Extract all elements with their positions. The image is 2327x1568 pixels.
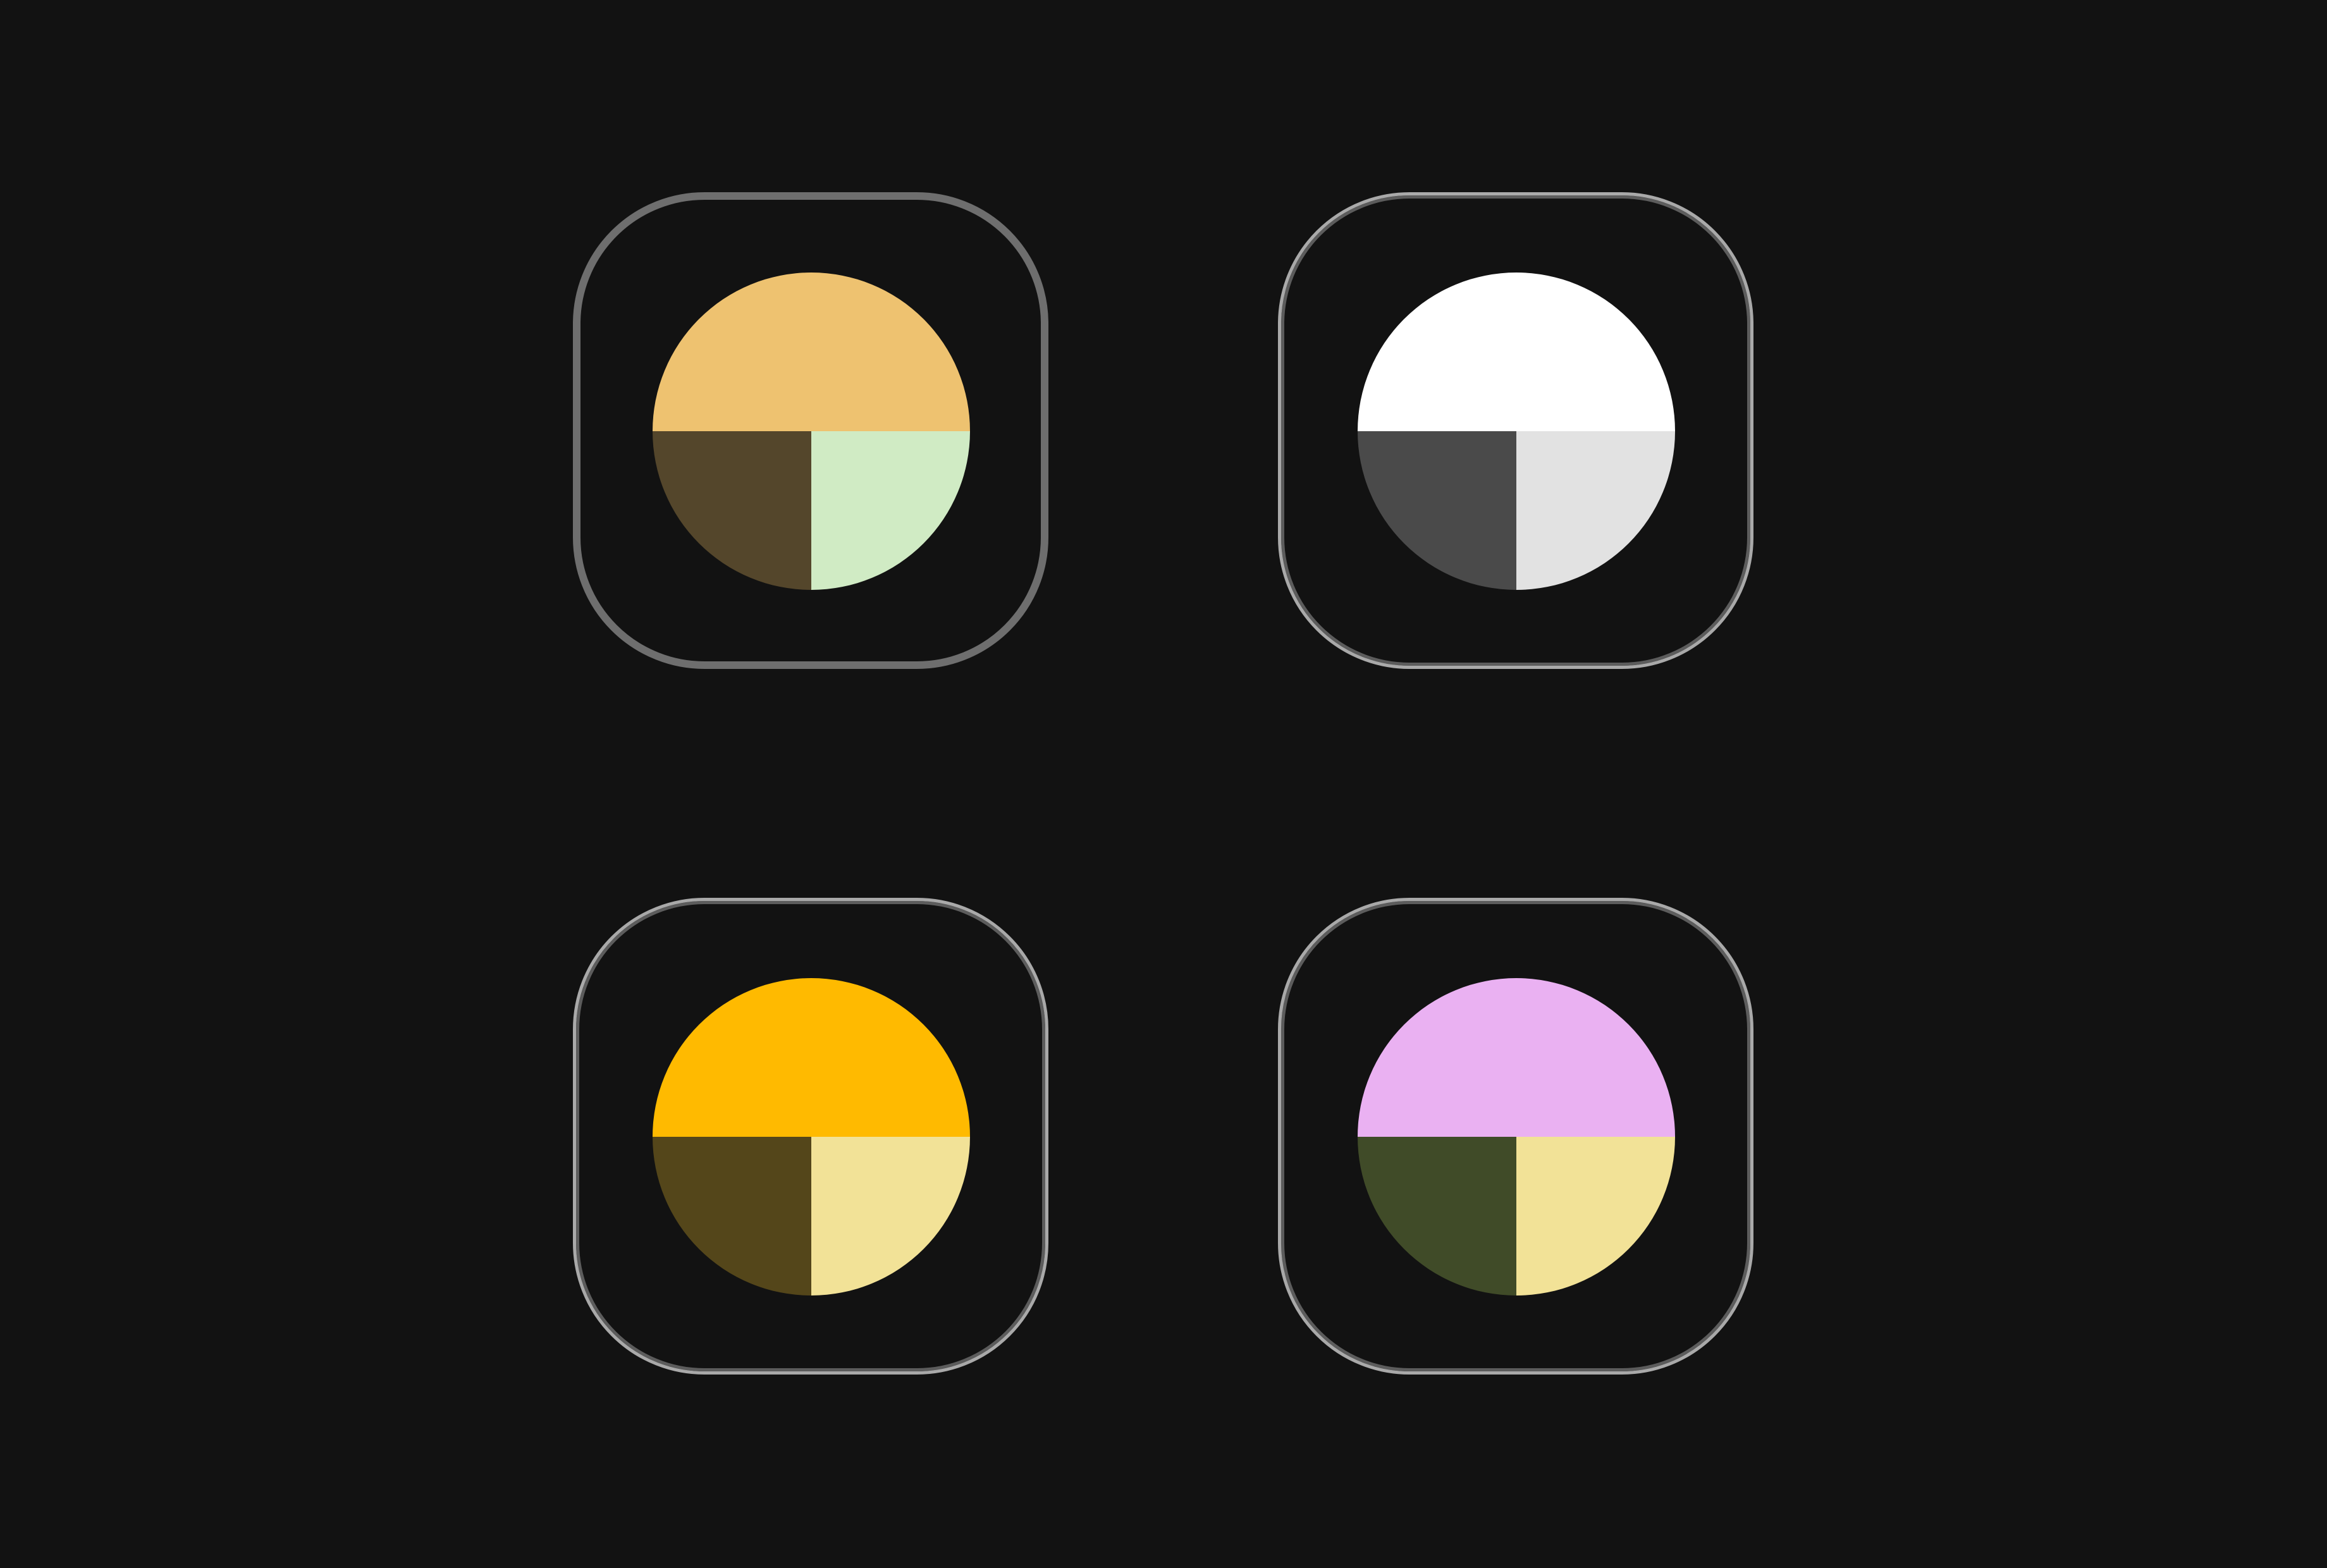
- tertiary-swatch: [811, 1137, 970, 1295]
- secondary-swatch: [653, 1137, 811, 1295]
- primary-swatch: [1358, 978, 1675, 1137]
- secondary-swatch: [653, 431, 811, 590]
- palette-disc-1: [653, 273, 970, 590]
- palette-card-2[interactable]: [1278, 192, 1753, 669]
- palette-card-3[interactable]: [573, 898, 1048, 1375]
- palette-disc-2: [1358, 273, 1675, 590]
- primary-swatch: [653, 978, 970, 1137]
- tertiary-swatch: [1516, 1137, 1675, 1295]
- primary-swatch: [1358, 273, 1675, 431]
- secondary-swatch: [1358, 1137, 1516, 1295]
- palette-disc-4: [1358, 978, 1675, 1295]
- primary-swatch: [653, 273, 970, 431]
- palette-card-1[interactable]: [573, 192, 1048, 669]
- secondary-swatch: [1358, 431, 1516, 590]
- tertiary-swatch: [1516, 431, 1675, 590]
- palette-card-4[interactable]: [1278, 898, 1753, 1375]
- tertiary-swatch: [811, 431, 970, 590]
- palette-grid: [0, 0, 2327, 1568]
- palette-disc-3: [653, 978, 970, 1295]
